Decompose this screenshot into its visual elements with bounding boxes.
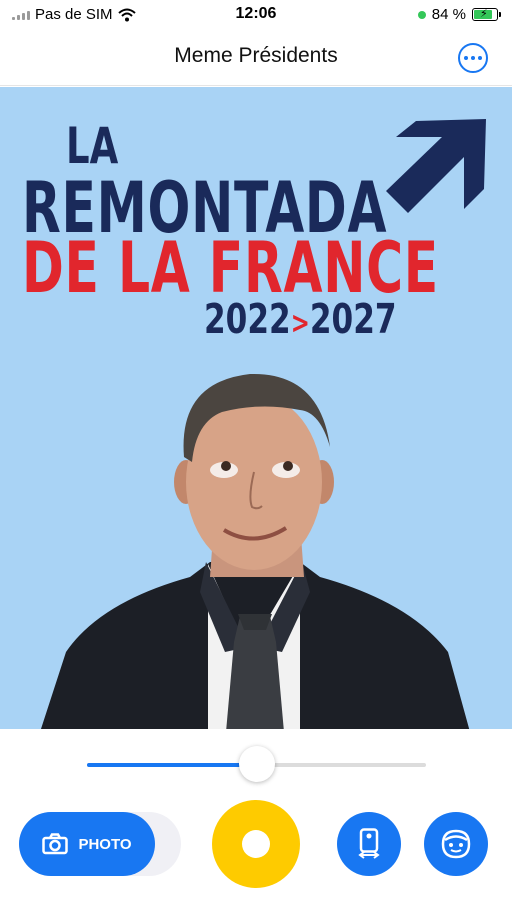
mode-toggle[interactable]: PHOTO bbox=[19, 812, 181, 876]
slider-fill bbox=[87, 763, 257, 767]
face-icon bbox=[441, 829, 471, 859]
more-options-button[interactable] bbox=[458, 43, 488, 73]
shutter-button[interactable] bbox=[212, 800, 300, 888]
battery-percent: 84 % bbox=[431, 6, 466, 23]
slider-thumb[interactable] bbox=[238, 746, 275, 782]
more-icon bbox=[464, 56, 468, 60]
face-detect-button[interactable] bbox=[424, 812, 488, 876]
president-photo bbox=[40, 373, 470, 729]
charging-bolt-icon: ⚡ bbox=[480, 8, 488, 20]
flip-camera-button[interactable] bbox=[337, 812, 401, 876]
photo-mode-button[interactable]: PHOTO bbox=[19, 812, 155, 876]
battery-icon: ⚡ bbox=[472, 8, 501, 21]
battery-group: 84 % ⚡ bbox=[417, 6, 501, 23]
shutter-dot bbox=[242, 830, 270, 858]
nav-bar: Meme Présidents bbox=[0, 30, 512, 86]
phone-flip-icon bbox=[358, 828, 380, 859]
camera-icon bbox=[42, 833, 69, 855]
page-title: Meme Présidents bbox=[174, 44, 338, 67]
photo-mode-label: PHOTO bbox=[78, 835, 132, 853]
meme-image: LA REMONTADA DE LA FRANCE 2022>2027 bbox=[0, 87, 512, 729]
status-bar: Pas de SIM 12:06 84 % ⚡ bbox=[0, 0, 512, 30]
poster-years: 2022>2027 bbox=[204, 295, 397, 343]
arrow-up-right-icon bbox=[386, 119, 486, 213]
privacy-dot-icon bbox=[417, 10, 426, 19]
